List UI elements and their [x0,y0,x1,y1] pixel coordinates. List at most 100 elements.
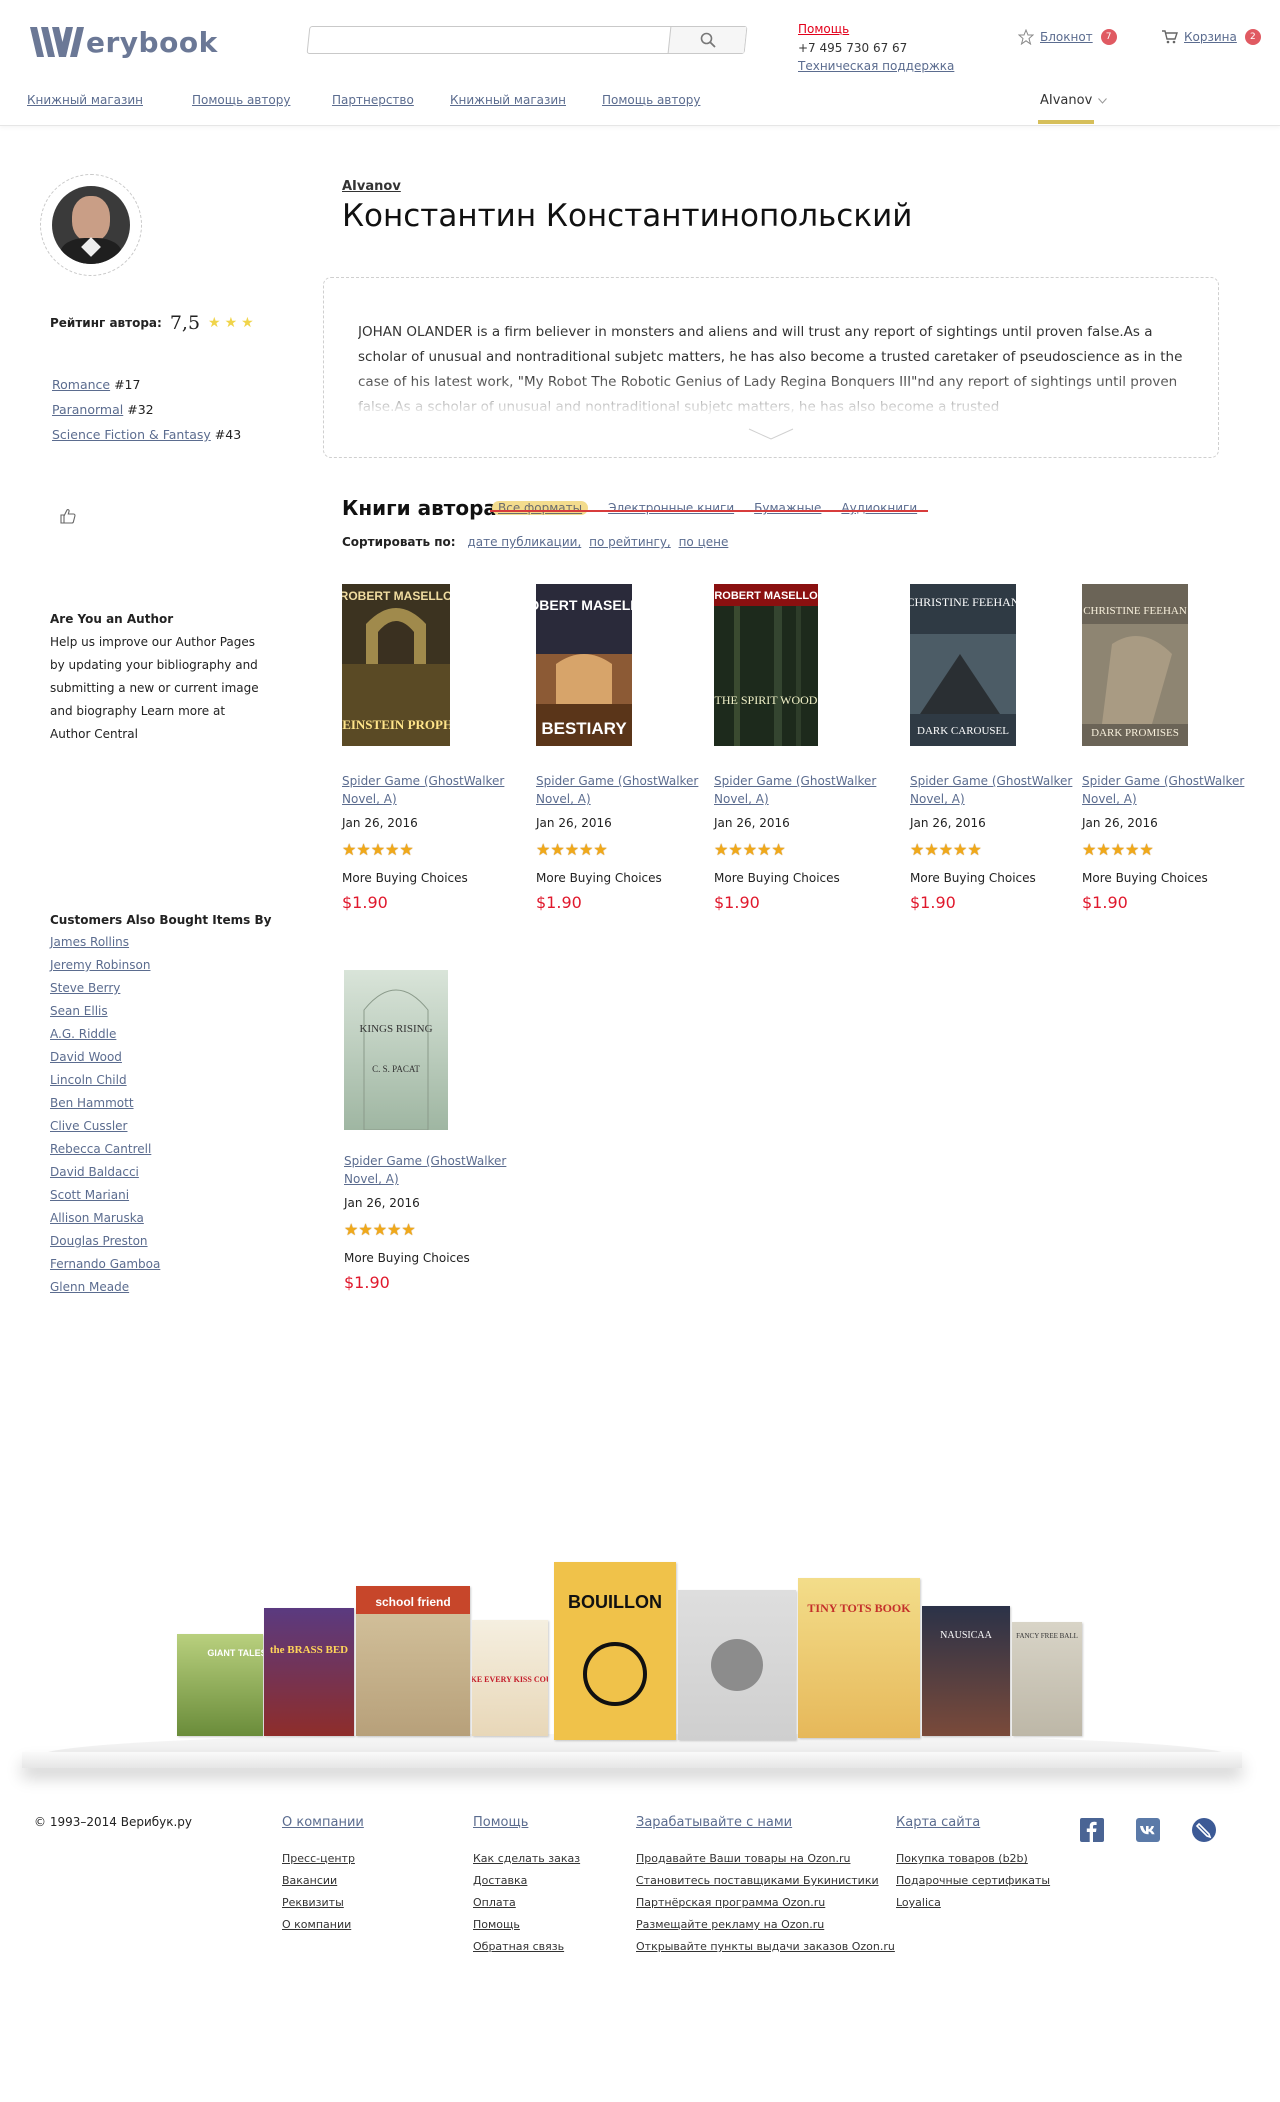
also-bought-author-link[interactable]: Allison Maruska [50,1207,271,1230]
footer-link[interactable]: Реквизиты [282,1892,364,1914]
also-bought-author-link[interactable]: David Baldacci [50,1161,271,1184]
site-logo[interactable]: erybook [30,24,218,60]
also-bought-author-link[interactable]: Lincoln Child [50,1069,271,1092]
book-cover[interactable]: ROBERT MASELLO THE SPIRIT WOOD [714,584,818,746]
footer-link[interactable]: Как сделать заказ [473,1848,580,1870]
nav-item-author-help-2[interactable]: Помощь автору [602,93,700,107]
book-cover[interactable]: ROBERT MASELLO THE EINSTEIN PROPHECY [342,584,450,746]
also-bought-author-link[interactable]: David Wood [50,1046,271,1069]
book-cover[interactable]: KINGS RISING C. S. PACAT [344,970,448,1130]
book-card: ROBERT MASELLO THE EINSTEIN PROPHECY Spi… [342,584,512,912]
filter-paper[interactable]: Бумажные [754,501,821,515]
more-buying-choices[interactable]: More Buying Choices [910,871,1080,885]
also-bought-author-link[interactable]: A.G. Riddle [50,1023,271,1046]
author-cta-text: Help us improve our Author Pages by upda… [50,635,259,741]
footer-link[interactable]: Loyalica [896,1892,1050,1914]
support-link[interactable]: Техническая поддержка [798,59,954,73]
also-bought-author-link[interactable]: Jeremy Robinson [50,954,271,977]
book-title-link[interactable]: Spider Game (GhostWalker Novel, A) [910,772,1080,808]
also-bought-author-link[interactable]: Sean Ellis [50,1000,271,1023]
more-buying-choices[interactable]: More Buying Choices [1082,871,1252,885]
book-title-link[interactable]: Spider Game (GhostWalker Novel, A) [714,772,884,808]
book-title-link[interactable]: Spider Game (GhostWalker Novel, A) [1082,772,1252,808]
also-bought-author-link[interactable]: Glenn Meade [50,1276,271,1299]
book-title-link[interactable]: Spider Game (GhostWalker Novel, A) [342,772,512,808]
footer-link[interactable]: Открывайте пункты выдачи заказов Ozon.ru [636,1936,895,1958]
vk-icon[interactable] [1136,1818,1160,1842]
cover-title: THE EINSTEIN PROPHECY [342,717,450,732]
also-bought-author-link[interactable]: Ben Hammott [50,1092,271,1115]
more-buying-choices[interactable]: More Buying Choices [344,1251,514,1265]
footer-link[interactable]: Становитесь поставщиками Букинистики [636,1870,895,1892]
book-cover[interactable]: CHRISTINE FEEHAN DARK PROMISES [1082,584,1188,746]
cart-label[interactable]: Корзина [1184,30,1237,44]
sort-by-price[interactable]: по цене [679,535,729,549]
also-bought-author-link[interactable]: James Rollins [50,931,271,954]
also-bought-author-link[interactable]: Douglas Preston [50,1230,271,1253]
footer-link[interactable]: Продавайте Ваши товары на Ozon.ru [636,1848,895,1870]
livejournal-icon[interactable] [1192,1818,1216,1842]
also-bought-author-link[interactable]: Scott Mariani [50,1184,271,1207]
footer-link[interactable]: Пресс-центр [282,1848,364,1870]
footer-heading[interactable]: Помощь [473,1815,580,1830]
sort-by-date[interactable]: дате публикации, [467,535,581,549]
cover-title: DARK PROMISES [1091,727,1179,739]
nav-item-bookstore-2[interactable]: Книжный магазин [450,93,566,107]
footer-link[interactable]: Обратная связь [473,1936,580,1958]
search-input[interactable] [315,31,665,49]
nav-item-author-help[interactable]: Помощь автору [192,93,290,107]
more-buying-choices[interactable]: More Buying Choices [714,871,884,885]
nav-item-bookstore[interactable]: Книжный магазин [27,93,143,107]
notepad-link[interactable]: Блокнот 7 [1018,29,1117,45]
sort-by-rating[interactable]: по рейтингу, [589,535,671,549]
also-bought-author-link[interactable]: Fernando Gamboa [50,1253,271,1276]
footer-link[interactable]: Партнёрская программа Ozon.ru [636,1892,895,1914]
logo-mark-icon [30,27,84,57]
book-cover[interactable]: ROBERT MASELLO BESTIARY [536,584,632,746]
footer-link[interactable]: Помощь [473,1914,580,1936]
footer-link[interactable]: Размещайте рекламу на Ozon.ru [636,1914,895,1936]
nav-item-partnership[interactable]: Партнерство [332,93,414,107]
footer-link[interactable]: Доставка [473,1870,580,1892]
expand-chevron-icon[interactable] [748,428,794,440]
genre-link[interactable]: Romance [52,377,110,392]
genre-rankings: Romance #17 Paranormal #32 Science Ficti… [52,372,241,447]
also-bought-author-link[interactable]: Clive Cussler [50,1115,271,1138]
filter-ebooks[interactable]: Электронные книги [608,501,734,515]
also-bought-author-link[interactable]: Steve Berry [50,977,271,1000]
facebook-icon[interactable] [1080,1818,1104,1842]
footer-link[interactable]: Вакансии [282,1870,364,1892]
book-price: $1.90 [714,893,760,912]
book-title-link[interactable]: Spider Game (GhostWalker Novel, A) [344,1152,514,1188]
footer-link[interactable]: О компании [282,1914,364,1936]
genre-link[interactable]: Science Fiction & Fantasy [52,427,211,442]
filters-strike-line [490,510,928,512]
help-link[interactable]: Помощь [798,22,849,36]
book-date: Jan 26, 2016 [536,816,612,830]
filter-all-formats[interactable]: Все форматы [492,501,589,515]
footer-heading[interactable]: Карта сайта [896,1815,1050,1830]
cart-link[interactable]: Корзина 2 [1162,29,1261,45]
book-rating-stars: ★★★★★ [714,840,884,859]
genre-link[interactable]: Paranormal [52,402,123,417]
footer-link[interactable]: Оплата [473,1892,580,1914]
search-button[interactable] [667,27,747,53]
books-section-title: Книги автора [342,496,497,520]
footer-link[interactable]: Покупка товаров (b2b) [896,1848,1050,1870]
notepad-label[interactable]: Блокнот [1040,30,1093,44]
logo-text: erybook [86,25,218,59]
book-title-link[interactable]: Spider Game (GhostWalker Novel, A) [536,772,706,808]
like-button[interactable] [60,508,76,528]
footer-heading[interactable]: Зарабатывайте с нами [636,1815,895,1830]
more-buying-choices[interactable]: More Buying Choices [536,871,706,885]
more-buying-choices[interactable]: More Buying Choices [342,871,512,885]
footer-heading[interactable]: О компании [282,1815,364,1830]
author-username[interactable]: AIvanov [342,179,401,194]
book-cover[interactable]: CHRISTINE FEEHAN DARK CAROUSEL [910,584,1016,746]
user-menu[interactable]: AIvanov [1040,93,1108,108]
filter-audio[interactable]: Аудиокниги [841,501,917,515]
shelf-book: school friend [356,1586,470,1736]
also-bought-author-link[interactable]: Rebecca Cantrell [50,1138,271,1161]
footer-link[interactable]: Подарочные сертификаты [896,1870,1050,1892]
rating-label: Рейтинг автора: [50,316,162,330]
